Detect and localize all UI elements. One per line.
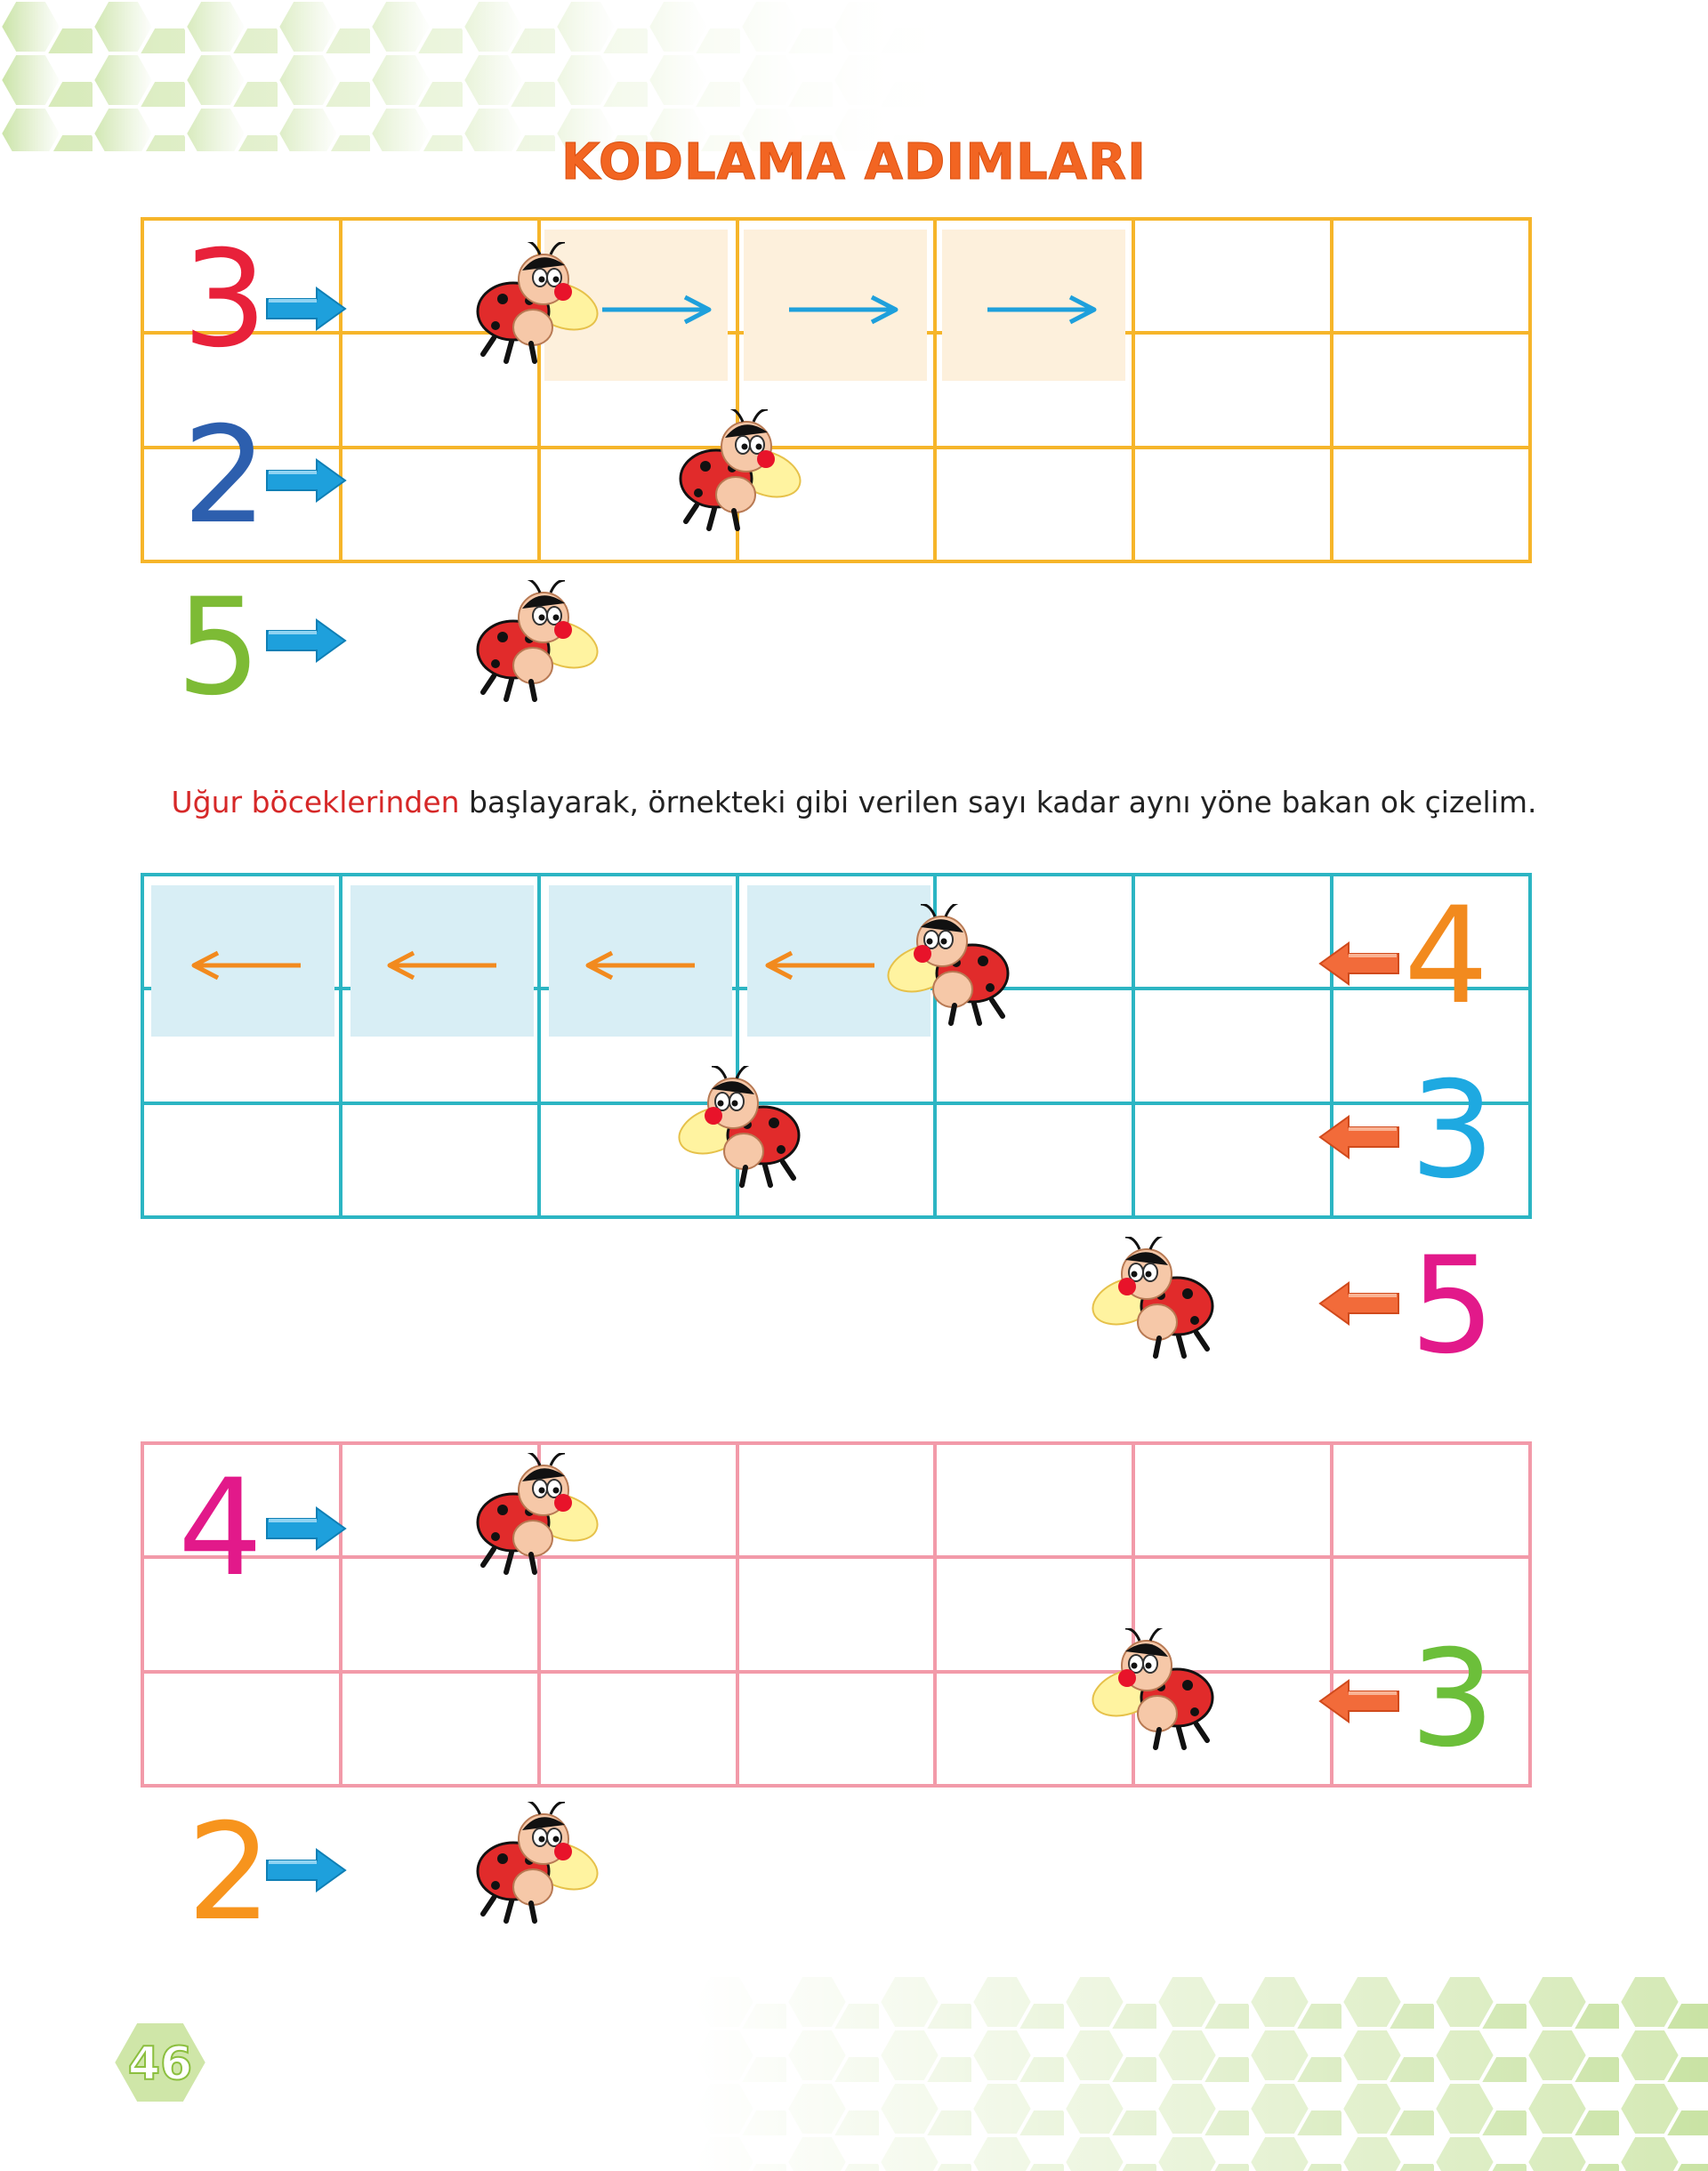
hexagon-pattern-top: [0, 0, 979, 151]
drawn-left-arrow: [191, 950, 301, 981]
blue-right-arrow-icon: [266, 458, 347, 503]
ladybug-icon: [458, 1453, 609, 1578]
ladybug-icon: [1081, 1237, 1232, 1361]
grid-cell: [1135, 448, 1334, 563]
grid-cell: [342, 1104, 541, 1219]
step-count-number: 4: [178, 1451, 263, 1606]
grid-cell: [1135, 335, 1334, 449]
page-number: 46: [127, 2037, 193, 2092]
blue-right-arrow-icon: [266, 1848, 347, 1893]
blue-right-arrow-icon: [266, 618, 347, 663]
ladybug-icon: [458, 242, 609, 367]
grid-cell: [1135, 1445, 1334, 1560]
grid-cell: [937, 448, 1136, 563]
grid-cell: [1135, 876, 1334, 991]
grid-cell: [738, 1559, 938, 1674]
hexagon-pattern-bottom: [694, 1975, 1708, 2171]
blue-right-arrow-icon: [266, 1506, 347, 1551]
drawn-left-arrow: [585, 950, 695, 981]
grid-cell: [540, 1673, 739, 1788]
step-count-number: 2: [187, 1796, 272, 1950]
drawn-left-arrow: [765, 950, 874, 981]
blue-right-arrow-icon: [266, 287, 347, 331]
step-count-number: 4: [1404, 879, 1489, 1034]
step-count-number: 3: [182, 222, 268, 377]
instruction-rest: başlayarak, örnekteki gibi verilen sayı …: [459, 785, 1537, 819]
step-count-number: 5: [176, 570, 262, 725]
ladybug-icon: [667, 1066, 818, 1190]
ladybug-icon: [458, 580, 609, 705]
grid-cell: [738, 1673, 938, 1788]
instruction-highlight: Uğur böceklerinden: [171, 785, 460, 819]
hexagon-fade-overlay: [0, 0, 979, 151]
orange-left-arrow-icon: [1318, 941, 1399, 986]
grid-cell: [1333, 1445, 1532, 1560]
ladybug-icon: [876, 904, 1027, 1029]
drawn-right-arrow: [602, 295, 712, 325]
grid-cell: [144, 1673, 342, 1788]
grid-cell: [738, 1445, 938, 1560]
orange-left-arrow-icon: [1318, 1281, 1399, 1326]
step-count-number: 3: [1410, 1053, 1495, 1208]
grid-cell: [1333, 448, 1532, 563]
mixed-direction-grid: [141, 1441, 1532, 1788]
grid-cell: [1135, 1104, 1334, 1219]
grid-cell: [342, 1673, 541, 1788]
grid-cell: [342, 448, 541, 563]
orange-left-arrow-icon: [1318, 1679, 1399, 1723]
grid-cell: [1135, 990, 1334, 1105]
grid-cell: [1333, 221, 1532, 335]
ladybug-icon: [1081, 1628, 1232, 1753]
ladybug-icon: [458, 1802, 609, 1926]
step-count-number: 5: [1410, 1229, 1495, 1384]
grid-cell: [1135, 221, 1334, 335]
step-count-number: 3: [1410, 1622, 1495, 1777]
instruction-text: Uğur böceklerinden başlayarak, örnekteki…: [0, 785, 1708, 819]
grid-cell: [1333, 335, 1532, 449]
grid-cell: [144, 1104, 342, 1219]
grid-cell: [937, 1104, 1136, 1219]
drawn-left-arrow: [387, 950, 496, 981]
grid-cell: [937, 1445, 1136, 1560]
drawn-right-arrow: [789, 295, 898, 325]
orange-left-arrow-icon: [1318, 1115, 1399, 1159]
page-title: KODLAMA ADIMLARI: [561, 133, 1147, 192]
ladybug-icon: [661, 409, 812, 534]
drawn-right-arrow: [987, 295, 1097, 325]
step-count-number: 2: [182, 399, 268, 553]
